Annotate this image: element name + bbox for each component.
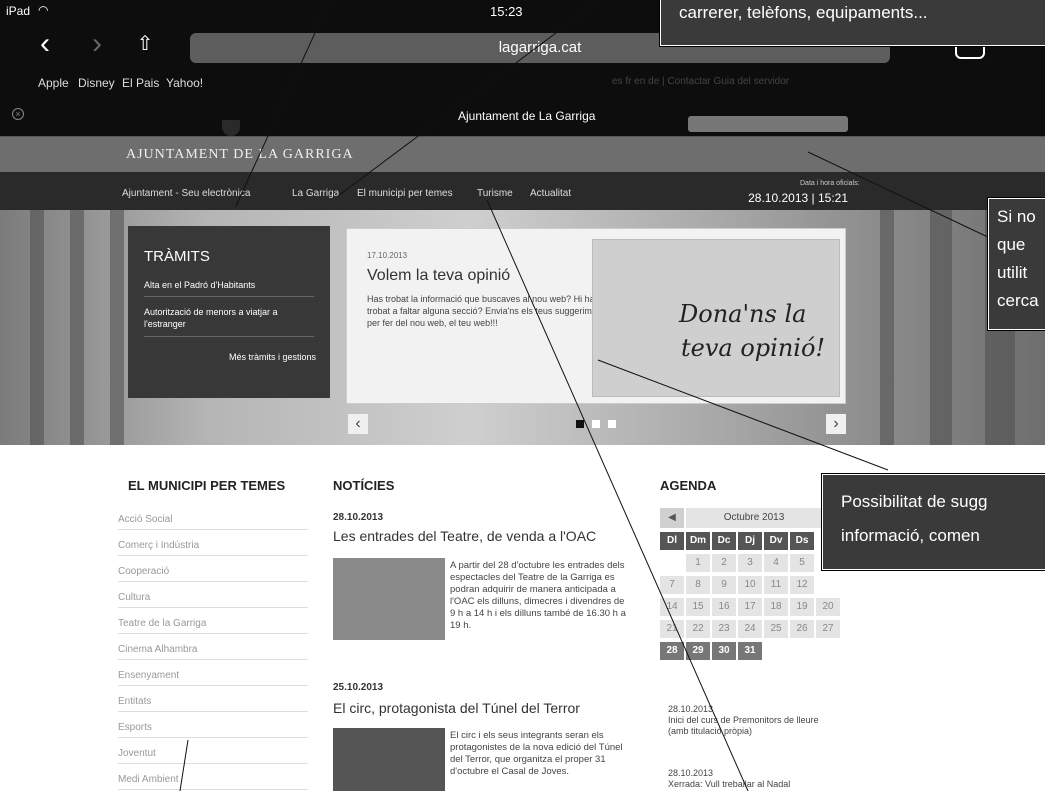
callout-search-line: que xyxy=(997,235,1026,254)
callout-suggest-line: Possibilitat de sugg xyxy=(841,492,988,511)
callout-suggest-line: informació, comen xyxy=(841,526,980,545)
annotation-lines xyxy=(179,0,991,791)
callout-search-line: Si no xyxy=(997,207,1036,226)
callout-top: carrerer, telèfons, equipaments... xyxy=(659,0,1045,47)
callout-suggest: Possibilitat de sugg informació, comen xyxy=(821,473,1045,571)
callout-search: Si no que utilit cerca xyxy=(987,197,1045,331)
callout-search-line: cerca xyxy=(997,291,1039,310)
screenshot: iPad ◠ 15:23 ‹ › ⇧ lagarriga.cat Apple D… xyxy=(0,0,1045,791)
callout-search-line: utilit xyxy=(997,263,1028,282)
